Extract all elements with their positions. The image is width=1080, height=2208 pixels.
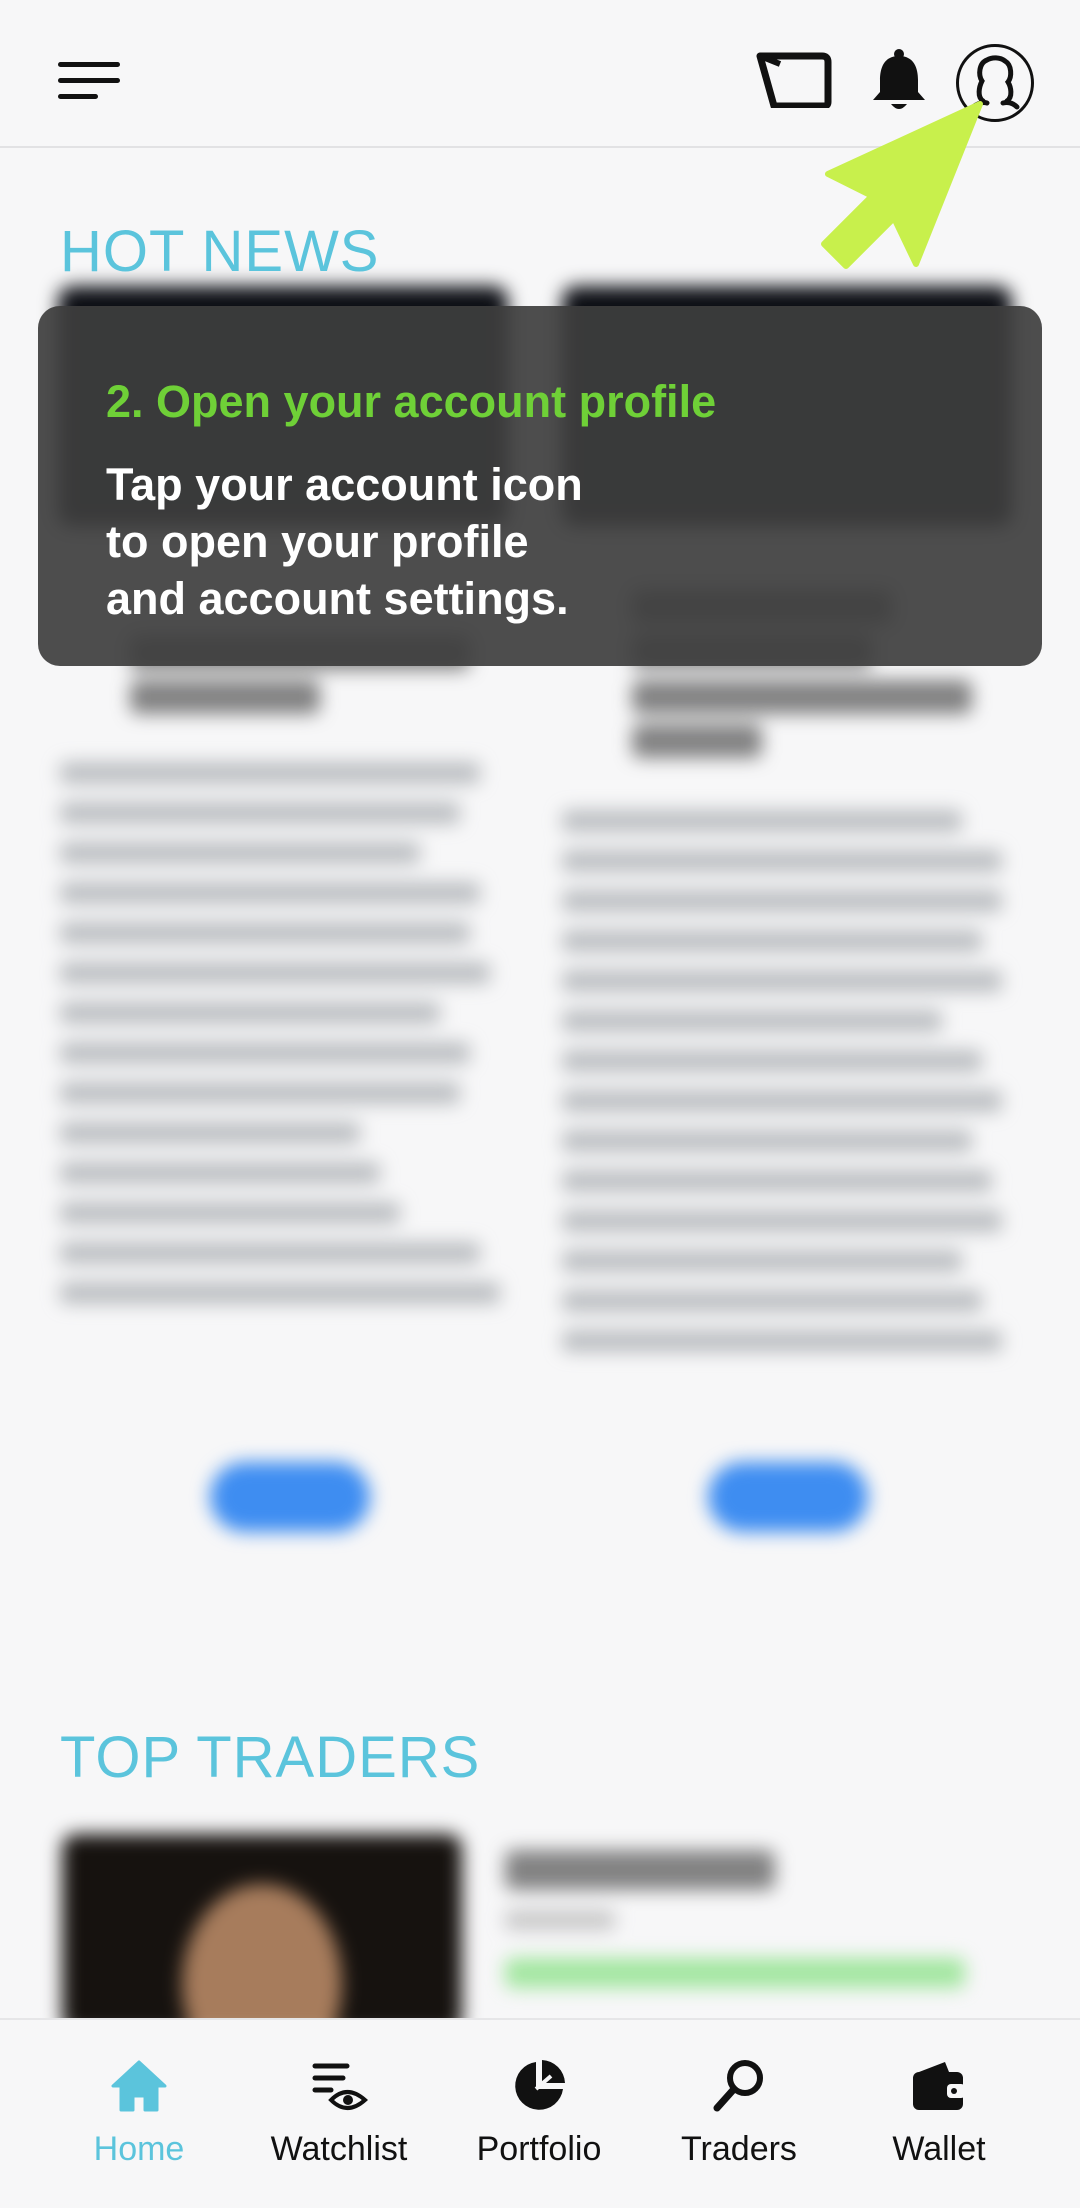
news-text [562, 1250, 962, 1272]
news-text [562, 1010, 942, 1032]
tooltip-body-line: Tap your account icon [106, 459, 583, 510]
nav-wallet[interactable]: Wallet [839, 2020, 1039, 2208]
watchlist-icon [309, 2056, 369, 2116]
read-more-button[interactable] [210, 1462, 370, 1532]
read-more-button[interactable] [708, 1462, 868, 1532]
pie-chart-icon [509, 2056, 569, 2116]
news-text [562, 810, 962, 832]
news-text [60, 1122, 360, 1144]
news-text [60, 1002, 440, 1024]
news-text [60, 1282, 500, 1304]
tooltip-body: Tap your account icon to open your profi… [106, 456, 666, 627]
news-text [60, 962, 490, 984]
news-text [562, 1210, 1002, 1232]
news-heading [632, 724, 762, 758]
news-text [60, 762, 480, 784]
trader-subtitle [505, 1910, 615, 1930]
news-text [562, 1170, 992, 1192]
hot-news-title: HOT NEWS [60, 219, 380, 284]
news-text [562, 1290, 982, 1312]
nav-portfolio[interactable]: Portfolio [439, 2020, 639, 2208]
tooltip-body-line: to open your profile [106, 516, 529, 567]
news-text [562, 1090, 1002, 1112]
trader-photo[interactable] [62, 1834, 462, 2034]
news-text [562, 970, 1002, 992]
top-traders-title: TOP TRADERS [60, 1725, 481, 1790]
nav-label: Watchlist [270, 2130, 408, 2168]
news-text [562, 1130, 972, 1152]
nav-label: Wallet [892, 2130, 986, 2168]
trader-name [505, 1850, 775, 1890]
wallet-icon [909, 2056, 969, 2116]
news-text [60, 1082, 460, 1104]
nav-label: Traders [681, 2130, 797, 2168]
news-text [60, 882, 480, 904]
news-text [60, 1042, 470, 1064]
nav-traders[interactable]: Traders [639, 2020, 839, 2208]
nav-label: Home [93, 2130, 185, 2168]
news-text [562, 890, 1002, 912]
pointer-arrow-icon [820, 100, 1000, 280]
news-text [60, 1242, 480, 1264]
news-text [60, 842, 420, 864]
nav-watchlist[interactable]: Watchlist [239, 2020, 439, 2208]
tooltip-body-line: and account settings. [106, 573, 569, 624]
news-text [562, 1330, 1002, 1352]
bottom-navigation: Home Watchlist Portfolio Traders Wallet [0, 2018, 1080, 2208]
news-text [60, 922, 470, 944]
news-heading [632, 680, 972, 714]
search-icon [709, 2056, 769, 2116]
news-heading [130, 680, 320, 714]
nav-label: Portfolio [476, 2130, 602, 2168]
news-text [60, 1162, 380, 1184]
onboarding-tooltip: 2. Open your account profile Tap your ac… [38, 306, 1042, 666]
nav-home[interactable]: Home [39, 2020, 239, 2208]
tooltip-title: 2. Open your account profile [106, 376, 717, 427]
news-text [562, 1050, 982, 1072]
menu-icon[interactable] [58, 60, 122, 102]
news-text [562, 930, 982, 952]
news-text [60, 802, 460, 824]
news-text [562, 850, 1002, 872]
home-icon [109, 2056, 169, 2116]
news-text [60, 1202, 400, 1224]
trader-stats [505, 1958, 965, 1988]
